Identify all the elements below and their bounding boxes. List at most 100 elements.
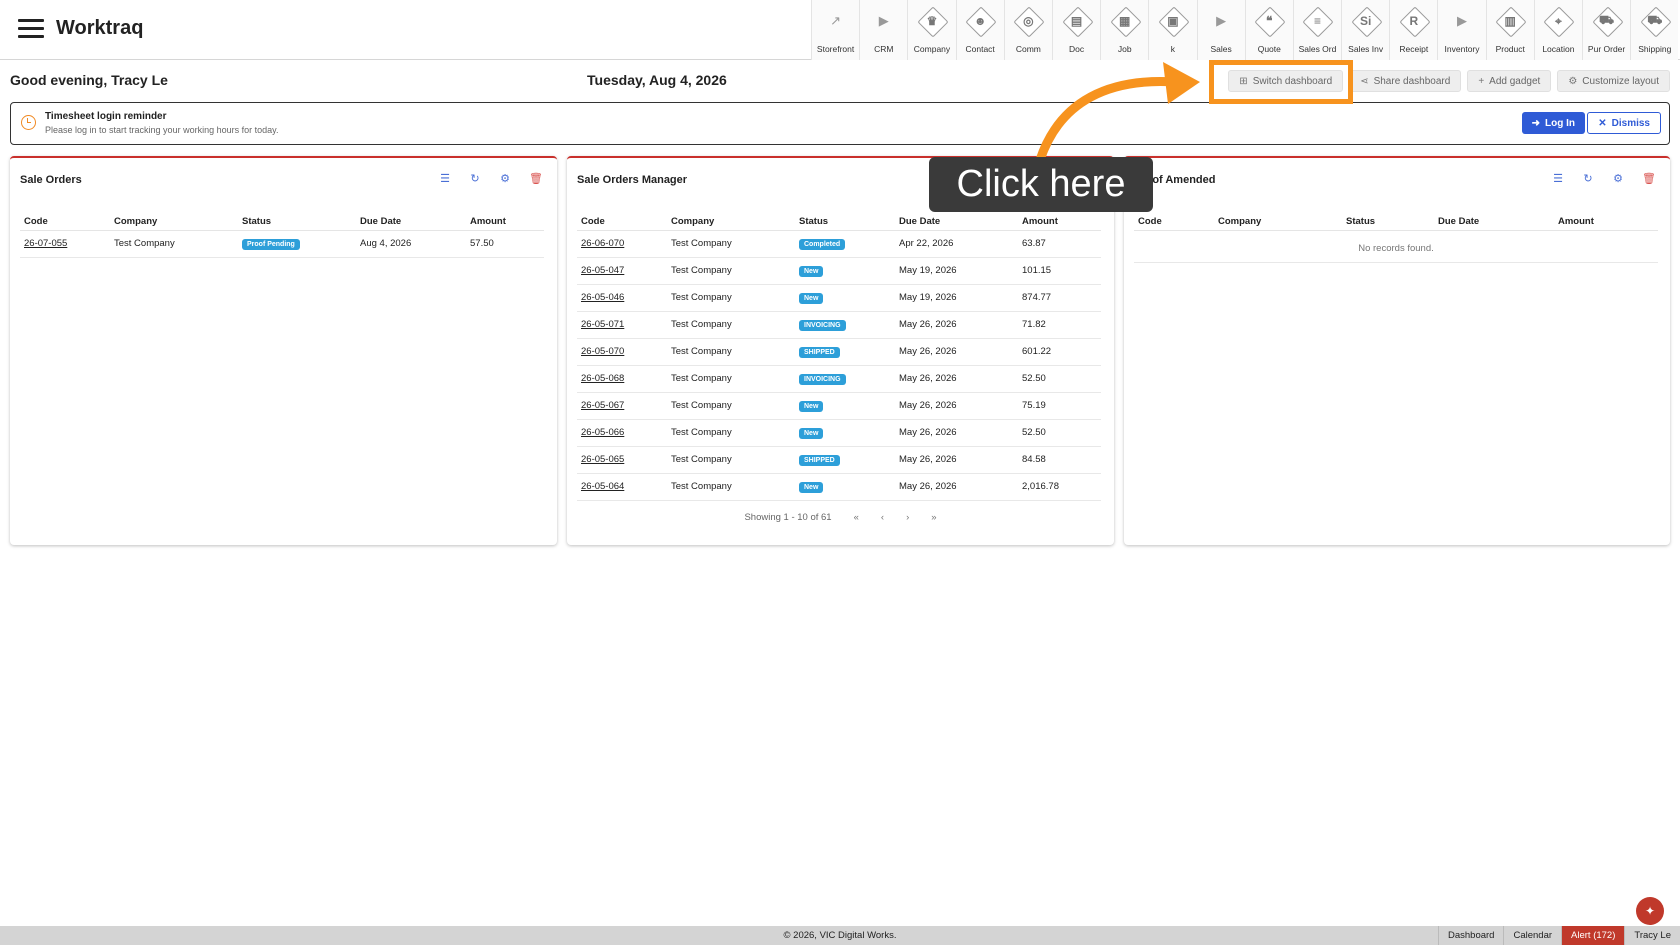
module-0[interactable]: ↗ Storefront	[811, 0, 860, 60]
cell-due-date: Apr 22, 2026	[895, 230, 1018, 258]
table-row[interactable]: 26-05-066 Test Company New May 26, 2026 52.5…	[577, 419, 1101, 447]
next-page-button[interactable]: ›	[906, 512, 909, 523]
table-header: Code Company Status Due Date Amount	[20, 214, 544, 231]
order-code-link[interactable]: 26-05-067	[581, 400, 624, 411]
module-8[interactable]: ▶ Sales	[1196, 0, 1245, 60]
order-code-link[interactable]: 26-05-071	[581, 319, 624, 330]
current-date: Tuesday, Aug 4, 2026	[587, 72, 727, 88]
column-header: Code	[1134, 214, 1214, 231]
order-code-link[interactable]: 26-05-047	[581, 265, 624, 276]
cell-status-badge: New	[795, 473, 895, 501]
first-page-button[interactable]: «	[854, 512, 859, 523]
cell-due-date: May 26, 2026	[895, 446, 1018, 474]
list-icon[interactable]: ☰	[439, 172, 451, 185]
module-1[interactable]: ▶ CRM	[859, 0, 908, 60]
module-9[interactable]: ❝ Quote	[1244, 0, 1293, 60]
footer-alert-link[interactable]: Alert (172)	[1561, 926, 1625, 945]
table-row[interactable]: 26-05-071 Test Company INVOICING May 26, 20…	[577, 311, 1101, 339]
refresh-icon[interactable]: ↻	[469, 172, 481, 185]
sale-orders-table: Code Company Status Due Date Amount 26-07-05…	[20, 214, 544, 258]
refresh-icon[interactable]: ↻	[1582, 172, 1594, 185]
order-code-link[interactable]: 26-05-068	[581, 373, 624, 384]
list-icon[interactable]: ☰	[1552, 172, 1564, 185]
module-16[interactable]: ⛟ Pur Order	[1582, 0, 1631, 60]
company-name: Test Company	[671, 292, 732, 303]
module-icon: ⛟	[1592, 6, 1622, 36]
module-icon: ▥	[1495, 6, 1525, 36]
delete-icon[interactable]: 🗑	[1642, 172, 1656, 185]
table-row[interactable]: 26-07-055 Test Company Proof Pending Aug 4,…	[20, 230, 544, 258]
app-title: Worktraq	[56, 17, 144, 39]
table-row[interactable]: 26-06-070 Test Company Completed Apr 22, 20…	[577, 230, 1101, 258]
switch-dashboard-button[interactable]: ⊞ Switch dashboard	[1228, 70, 1344, 92]
table-row[interactable]: 26-05-067 Test Company New May 26, 2026 75.1…	[577, 392, 1101, 420]
settings-icon[interactable]: ⚙	[499, 172, 511, 185]
dismiss-button[interactable]: ✕ Dismiss	[1587, 112, 1661, 134]
table-row[interactable]: 26-05-068 Test Company INVOICING May 26, 20…	[577, 365, 1101, 393]
customize-layout-button[interactable]: ⚙ Customize layout	[1557, 70, 1670, 92]
module-label: Location	[1542, 44, 1575, 54]
footer-calendar-link[interactable]: Calendar	[1503, 926, 1561, 945]
cell-company-name: Test Company	[667, 473, 795, 501]
assistant-fab-icon[interactable]: ✦	[1636, 897, 1664, 925]
module-12[interactable]: R Receipt	[1389, 0, 1438, 60]
table-row[interactable]: 26-05-046 Test Company New May 19, 2026 874.…	[577, 284, 1101, 312]
cell-status-badge: New	[795, 284, 895, 312]
due-date: Aug 4, 2026	[360, 238, 412, 249]
module-4[interactable]: ◎ Comm	[1003, 0, 1052, 60]
footer-dashboard-link[interactable]: Dashboard	[1437, 926, 1503, 945]
cell-due-date: May 19, 2026	[895, 284, 1018, 312]
module-3[interactable]: ☻ Contact	[955, 0, 1004, 60]
module-glyph: ☻	[973, 14, 987, 28]
menu-icon[interactable]	[18, 19, 44, 39]
order-code-link[interactable]: 26-05-066	[581, 427, 624, 438]
column-header: Due Date	[895, 214, 1018, 231]
module-label: Doc	[1068, 44, 1085, 54]
add-gadget-button[interactable]: + Add gadget	[1467, 70, 1552, 92]
module-13[interactable]: ▶ Inventory	[1437, 0, 1486, 60]
column-header: Amount	[466, 214, 544, 231]
order-code-link[interactable]: 26-05-064	[581, 481, 624, 492]
prev-page-button[interactable]: ‹	[881, 512, 884, 523]
settings-icon[interactable]: ⚙	[1612, 172, 1624, 185]
module-15[interactable]: ⌖ Location	[1533, 0, 1582, 60]
gear-icon: ⚙	[1568, 75, 1578, 87]
share-dashboard-button[interactable]: ⋖ Share dashboard	[1349, 70, 1462, 92]
module-label: Sales	[1210, 44, 1232, 54]
last-page-button[interactable]: »	[931, 512, 936, 523]
footer-user-link[interactable]: Tracy Le	[1624, 926, 1680, 945]
table-row[interactable]: 26-05-047 Test Company New May 19, 2026 101.…	[577, 257, 1101, 285]
order-code-link[interactable]: 26-05-065	[581, 454, 624, 465]
log-in-button[interactable]: ➜ Log In	[1521, 112, 1585, 134]
table-row[interactable]: 26-05-070 Test Company SHIPPED May 26, 2026…	[577, 338, 1101, 366]
cell-company-name: Test Company	[667, 419, 795, 447]
module-5[interactable]: ▤ Doc	[1051, 0, 1101, 60]
module-10[interactable]: ≡ Sales Ord	[1292, 0, 1342, 60]
table-row[interactable]: 26-05-064 Test Company New May 26, 2026 2,01…	[577, 473, 1101, 501]
order-code-link[interactable]: 26-07-055	[24, 238, 67, 249]
status-badge: Proof Pending	[242, 238, 300, 250]
module-7[interactable]: ▣ k	[1148, 0, 1197, 60]
order-code-link[interactable]: 26-05-070	[581, 346, 624, 357]
delete-icon[interactable]: 🗑	[529, 172, 543, 185]
module-14[interactable]: ▥ Product	[1485, 0, 1534, 60]
cell-due-date: May 26, 2026	[895, 365, 1018, 393]
order-code-link[interactable]: 26-05-046	[581, 292, 624, 303]
due-date: May 26, 2026	[899, 454, 957, 465]
cell-amount: 601.22	[1018, 338, 1101, 366]
module-2[interactable]: ♛ Company	[907, 0, 956, 60]
table-row[interactable]: 26-05-065 Test Company SHIPPED May 26, 2026…	[577, 446, 1101, 474]
cell-order-code-link: 26-05-065	[577, 446, 667, 474]
cell-due-date: May 26, 2026	[895, 473, 1018, 501]
due-date: May 26, 2026	[899, 427, 957, 438]
amount: 101.15	[1022, 265, 1052, 276]
module-17[interactable]: ⛟ Shipping	[1630, 0, 1679, 60]
due-date: May 26, 2026	[899, 400, 957, 411]
footer: © 2026, VIC Digital Works. Dashboard Cal…	[0, 926, 1680, 945]
module-label: Company	[913, 44, 951, 54]
order-code-link[interactable]: 26-06-070	[581, 238, 624, 249]
module-6[interactable]: ▦ Job	[1100, 0, 1149, 60]
module-label: k	[1170, 44, 1176, 54]
module-11[interactable]: Si Sales Inv	[1341, 0, 1390, 60]
cell-company-name: Test Company	[667, 365, 795, 393]
